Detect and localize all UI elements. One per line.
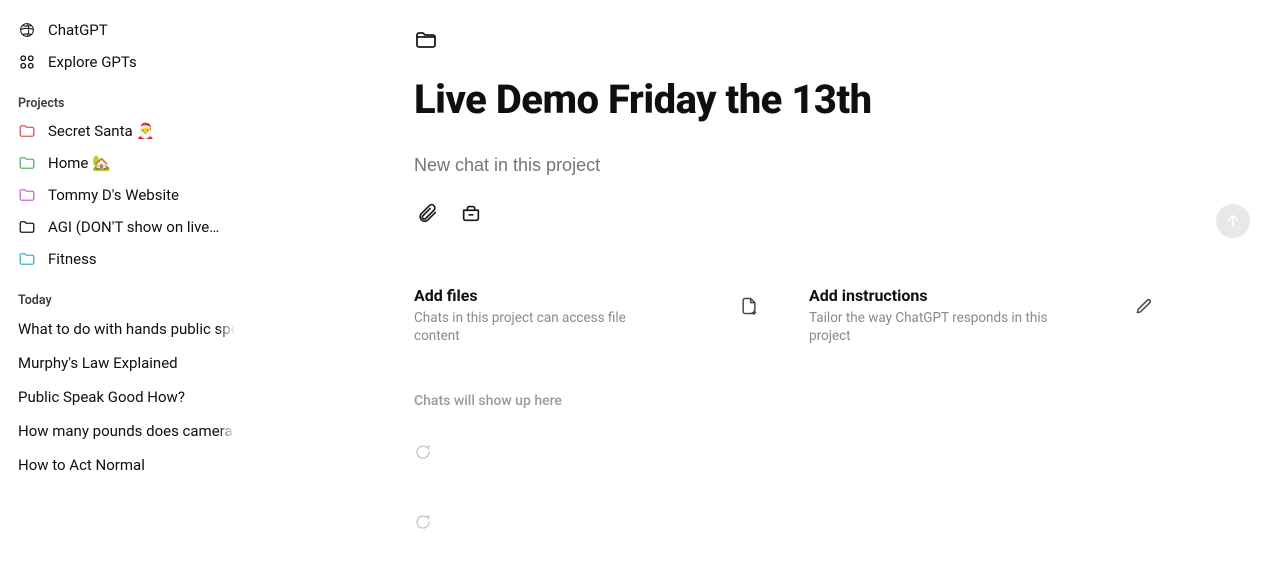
attach-button[interactable] [414,202,440,228]
pencil-icon [1134,296,1154,320]
send-button[interactable] [1216,204,1250,238]
folder-icon [18,250,36,268]
main: Live Demo Friday the 13th Add files [254,0,1280,569]
chat-bubble-icon [414,446,432,465]
add-instructions-card[interactable]: Add instructions Tailor the way ChatGPT … [809,286,1154,345]
nav-explore-gpts[interactable]: Explore GPTs [12,46,242,78]
project-item-label: Home 🏡 [48,153,111,173]
project-item-label: AGI (DON'T show on live… [48,217,219,237]
folder-icon [18,186,36,204]
projects-section-title: Projects [12,78,242,115]
sidebar: ChatGPT Explore GPTs Projects Secret San… [0,0,254,569]
today-section-title: Today [12,275,242,312]
chat-history-label: What to do with hands public speaking [18,320,242,338]
paperclip-icon [416,202,438,228]
chatgpt-logo-icon [18,21,36,39]
folder-icon [18,154,36,172]
chat-history-item[interactable]: How many pounds does camera add [12,414,242,448]
add-file-icon [739,296,759,320]
folder-icon [18,218,36,236]
chat-history-item[interactable]: Murphy's Law Explained [12,346,242,380]
chat-history-item[interactable]: How to Act Normal [12,448,242,482]
nav-chatgpt[interactable]: ChatGPT [12,14,242,46]
project-item-0[interactable]: Secret Santa 🎅 [12,115,242,147]
folder-icon [414,37,438,56]
add-files-card[interactable]: Add files Chats in this project can acce… [414,286,759,345]
compose-area [414,151,1154,228]
empty-chat-placeholder [414,513,1154,535]
project-item-4[interactable]: Fitness [12,243,242,275]
explore-icon [18,53,36,71]
project-folder-icon-button[interactable] [414,28,1154,56]
nav-explore-label: Explore GPTs [48,52,137,72]
project-item-2[interactable]: Tommy D's Website [12,179,242,211]
chat-history-item[interactable]: What to do with hands public speaking [12,312,242,346]
folder-icon [18,122,36,140]
chat-history-label: Public Speak Good How? [18,388,185,406]
add-files-title: Add files [414,286,759,305]
add-files-subtitle: Chats in this project can access file co… [414,309,674,345]
project-item-1[interactable]: Home 🏡 [12,147,242,179]
chat-history-label: Murphy's Law Explained [18,354,178,372]
chat-history-label: How many pounds does camera add [18,422,242,440]
new-chat-input[interactable] [414,151,1154,180]
empty-chat-placeholder [414,443,1154,465]
tools-button[interactable] [458,202,484,228]
project-item-label: Tommy D's Website [48,185,179,205]
toolbox-icon [460,202,482,228]
project-title: Live Demo Friday the 13th [414,76,1154,123]
chat-history-item[interactable]: Public Speak Good How? [12,380,242,414]
chat-bubble-icon [414,516,432,535]
project-item-label: Secret Santa 🎅 [48,121,155,141]
add-instructions-title: Add instructions [809,286,1154,305]
chat-history-label: How to Act Normal [18,456,145,474]
project-item-3[interactable]: AGI (DON'T show on live… [12,211,242,243]
empty-chats-label: Chats will show up here [414,393,1154,409]
project-item-label: Fitness [48,249,97,269]
nav-chatgpt-label: ChatGPT [48,20,108,40]
add-instructions-subtitle: Tailor the way ChatGPT responds in this … [809,309,1069,345]
